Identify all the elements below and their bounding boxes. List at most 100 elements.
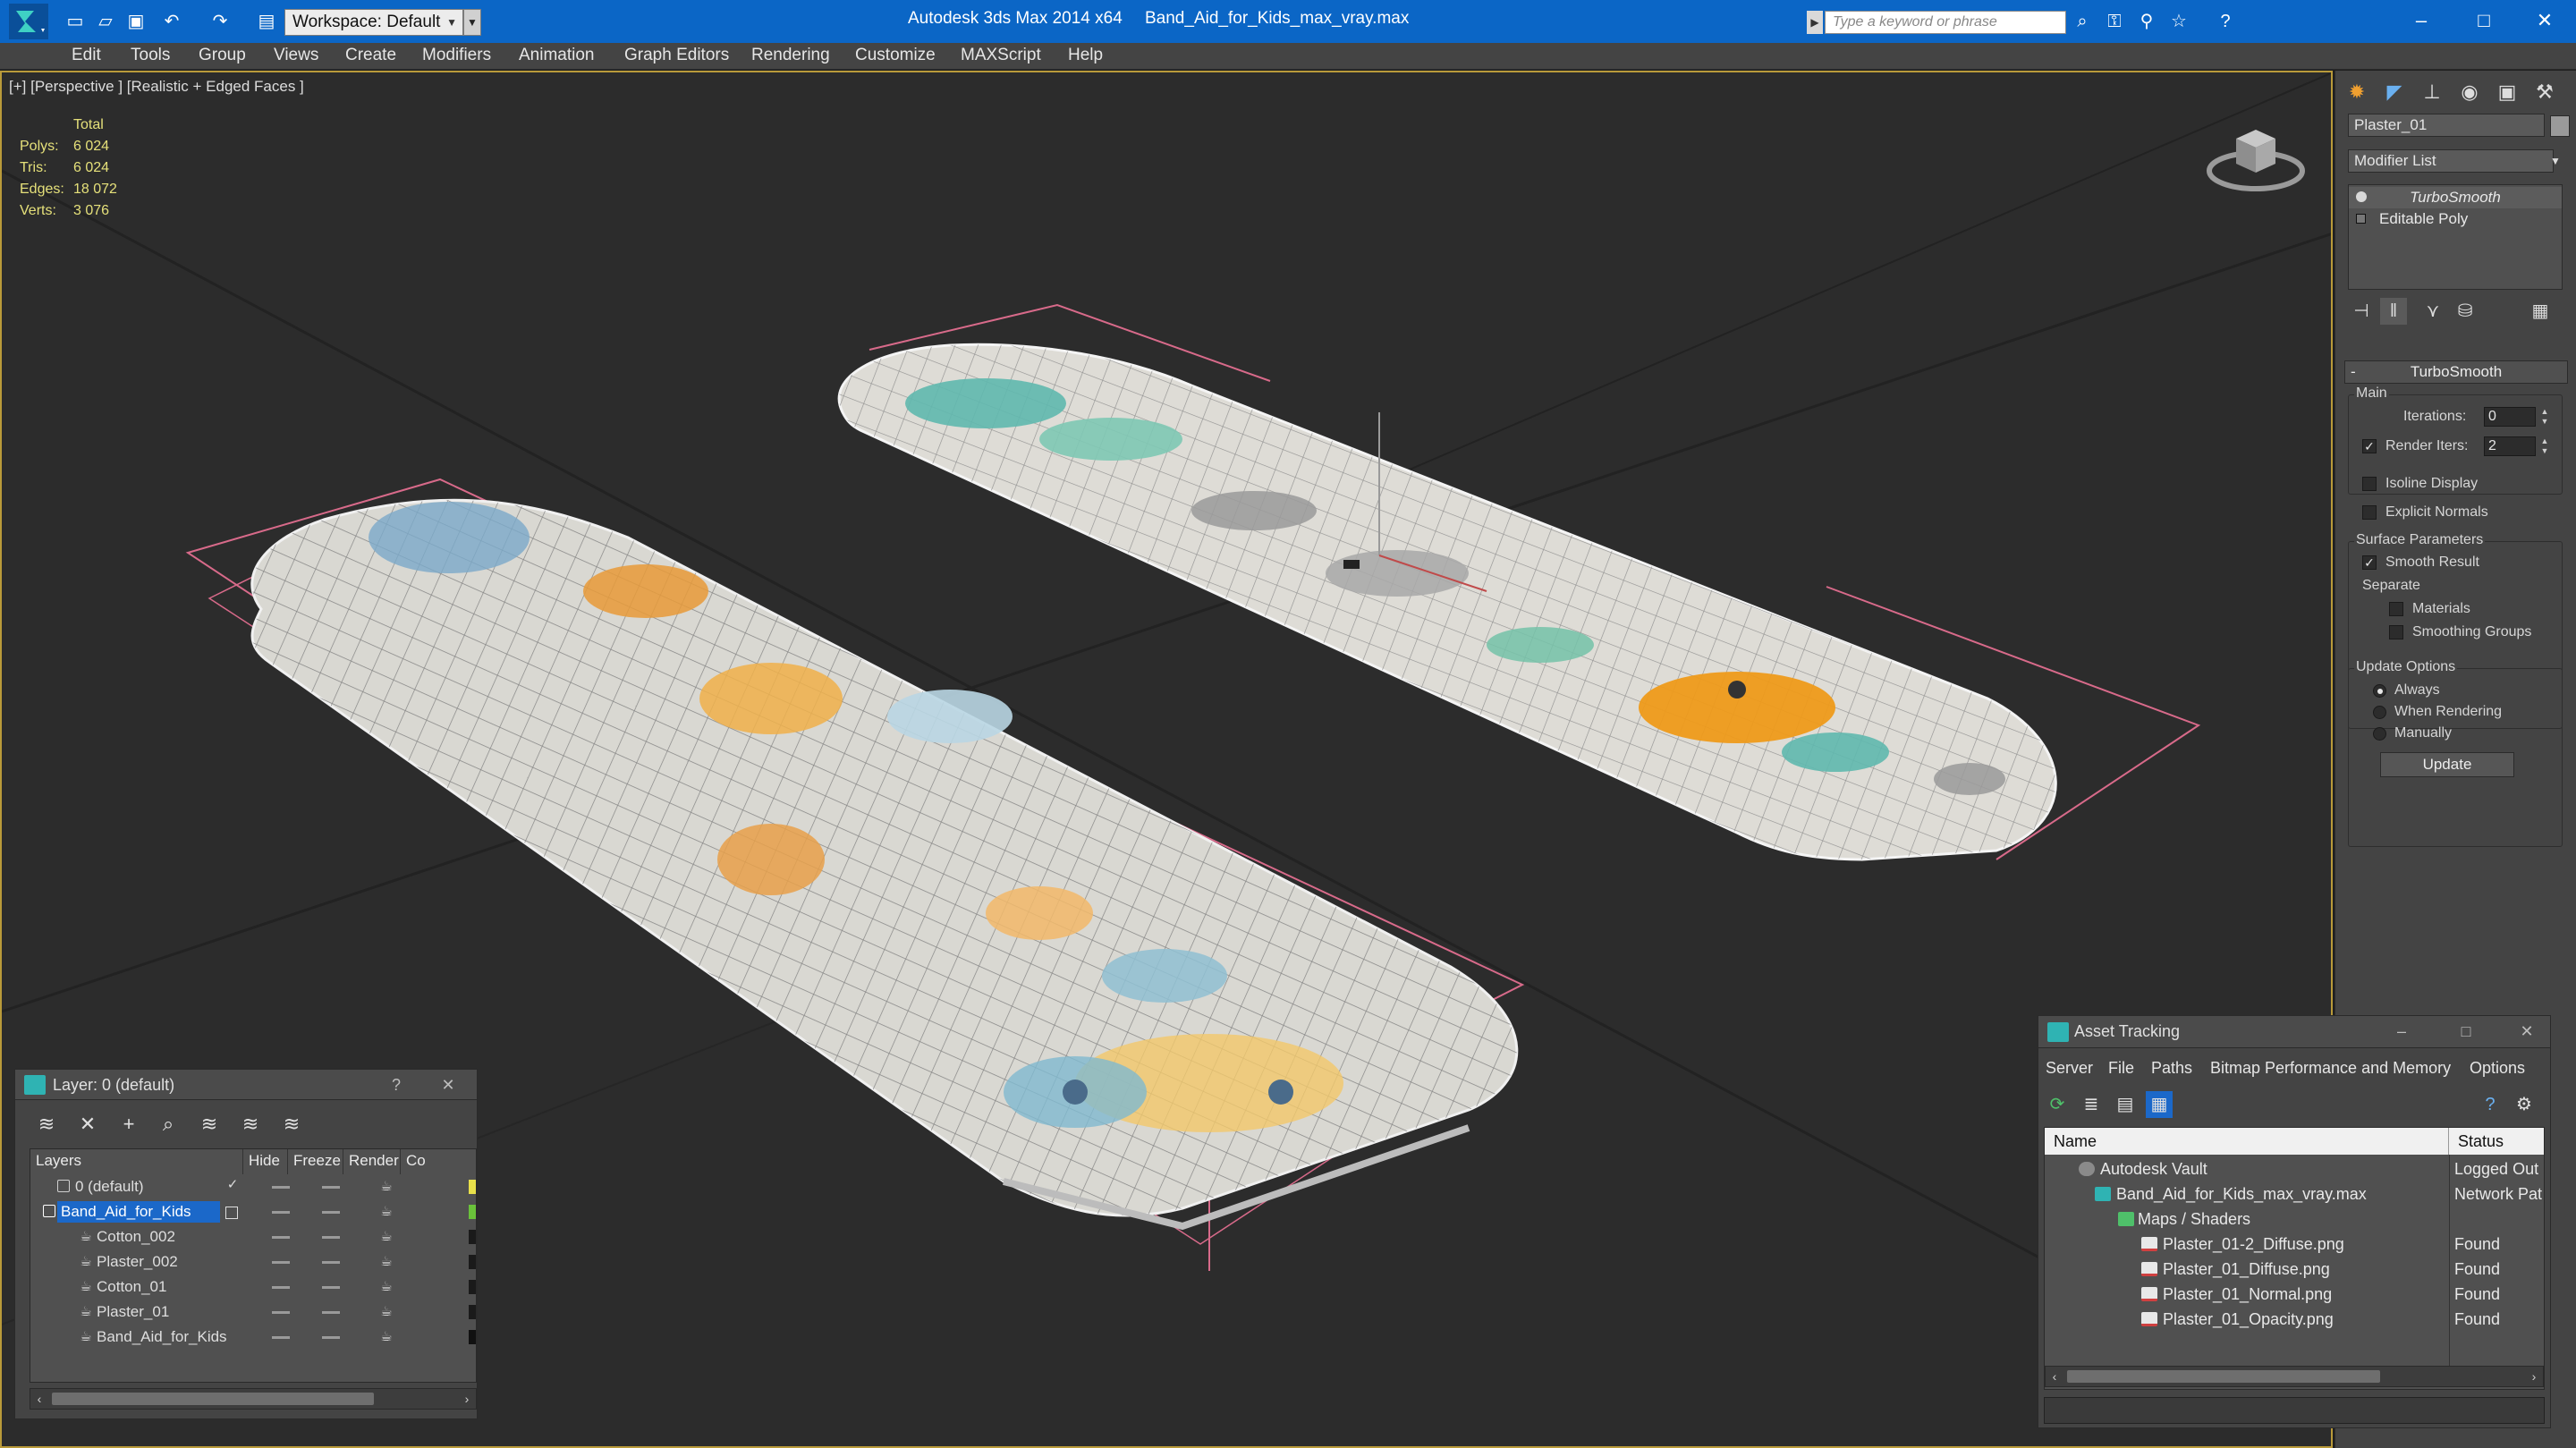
highlight-layer-icon[interactable]: ≋ xyxy=(196,1111,223,1138)
layer-row[interactable]: Band_Aid_for_Kids ☕ xyxy=(30,1199,476,1224)
maximize-icon[interactable]: □ xyxy=(2453,1020,2479,1043)
freeze-toggle[interactable] xyxy=(322,1261,340,1264)
motion-tab-icon[interactable]: ◉ xyxy=(2452,76,2487,108)
modify-tab-icon[interactable]: ◤ xyxy=(2377,76,2412,108)
menu-tools[interactable]: Tools xyxy=(131,46,170,65)
open-file-icon[interactable]: ▱ xyxy=(95,11,116,32)
hide-toggle[interactable] xyxy=(272,1336,290,1339)
smoothing-groups-checkbox[interactable] xyxy=(2389,625,2403,639)
hide-toggle[interactable] xyxy=(272,1186,290,1189)
configure-sets-icon[interactable]: ▦ xyxy=(2527,298,2554,325)
modifier-list-dropdown[interactable]: Modifier List xyxy=(2348,149,2554,173)
spinner-arrows-icon[interactable]: ▲ ▼ xyxy=(2539,407,2550,427)
create-layer-icon[interactable]: ≋ xyxy=(33,1111,60,1138)
render-teapot-icon[interactable]: ☕ xyxy=(377,1328,395,1346)
freeze-toggle[interactable] xyxy=(322,1311,340,1314)
menu-help[interactable]: Help xyxy=(1068,46,1103,65)
layer-explorer-titlebar[interactable]: Layer: 0 (default) ? ✕ xyxy=(15,1070,477,1100)
favorites-star-icon[interactable]: ☆ xyxy=(2168,11,2190,32)
layer-color-swatch[interactable] xyxy=(469,1305,476,1319)
menu-bitmap-performance[interactable]: Bitmap Performance and Memory xyxy=(2210,1059,2451,1078)
menu-file[interactable]: File xyxy=(2108,1059,2134,1078)
pin-stack-icon[interactable]: ⊣ xyxy=(2348,298,2375,325)
freeze-toggle[interactable] xyxy=(322,1211,340,1214)
color-column-header[interactable]: Co xyxy=(401,1149,476,1174)
menu-group[interactable]: Group xyxy=(199,46,246,65)
hide-column-header[interactable]: Hide xyxy=(243,1149,288,1174)
workspace-menu-button[interactable]: ▼ xyxy=(463,9,481,36)
close-button[interactable]: ✕ xyxy=(2521,4,2569,38)
turbosmooth-rollout-title[interactable]: - TurboSmooth xyxy=(2344,360,2568,384)
menu-views[interactable]: Views xyxy=(274,46,318,65)
layer-color-swatch[interactable] xyxy=(469,1230,476,1244)
smooth-result-checkbox[interactable]: ✓ xyxy=(2362,555,2377,570)
menu-create[interactable]: Create xyxy=(345,46,396,65)
asset-row[interactable]: Autodesk Vault Logged Out xyxy=(2045,1156,2544,1181)
minimize-icon[interactable]: – xyxy=(2389,1020,2414,1043)
asset-row[interactable]: Plaster_01_Diffuse.png Found xyxy=(2045,1257,2544,1282)
materials-checkbox[interactable] xyxy=(2389,602,2403,616)
list-view-icon[interactable]: ≣ xyxy=(2078,1091,2105,1118)
hide-toggle[interactable] xyxy=(272,1311,290,1314)
object-color-swatch[interactable] xyxy=(2550,115,2570,137)
menu-paths[interactable]: Paths xyxy=(2151,1059,2192,1078)
object-name-input[interactable]: Plaster_01 xyxy=(2348,114,2545,137)
freeze-toggle[interactable] xyxy=(322,1236,340,1239)
hide-toggle[interactable] xyxy=(272,1236,290,1239)
binoculars-icon[interactable]: ⌕ xyxy=(2072,11,2093,32)
save-file-icon[interactable]: ▣ xyxy=(125,11,147,32)
freeze-toggle[interactable] xyxy=(322,1336,340,1339)
make-unique-icon[interactable]: ⋎ xyxy=(2419,298,2446,325)
render-teapot-icon[interactable]: ☕ xyxy=(377,1203,395,1221)
scrollbar-thumb[interactable] xyxy=(52,1393,374,1405)
search-input[interactable]: Type a keyword or phrase xyxy=(1825,11,2066,34)
help-icon[interactable]: ? xyxy=(384,1073,409,1097)
add-to-layer-icon[interactable]: + xyxy=(115,1111,142,1138)
app-logo-icon[interactable] xyxy=(4,4,54,39)
active-layer-box[interactable] xyxy=(225,1207,238,1219)
scroll-right-icon[interactable]: › xyxy=(458,1389,476,1409)
update-when-rendering-radio[interactable] xyxy=(2373,706,2386,719)
maximize-button[interactable]: □ xyxy=(2460,4,2508,38)
close-icon[interactable]: ✕ xyxy=(436,1073,461,1097)
asset-row[interactable]: Maps / Shaders xyxy=(2045,1207,2544,1232)
iterations-spinner[interactable]: 0 xyxy=(2484,407,2536,427)
minimize-button[interactable]: – xyxy=(2397,4,2445,38)
asset-row[interactable]: Plaster_01_Normal.png Found xyxy=(2045,1282,2544,1307)
create-tab-sun-icon[interactable]: ✹ xyxy=(2339,76,2375,108)
layer-row[interactable]: ☕ Plaster_01 ☕ xyxy=(30,1300,476,1325)
render-teapot-icon[interactable]: ☕ xyxy=(377,1303,395,1321)
scroll-left-icon[interactable]: ‹ xyxy=(2046,1367,2063,1386)
close-icon[interactable]: ✕ xyxy=(2514,1020,2539,1043)
freeze-toggle[interactable] xyxy=(322,1286,340,1289)
settings-icon[interactable]: ⚙ xyxy=(2511,1091,2538,1118)
asset-tracking-titlebar[interactable]: Asset Tracking – □ ✕ xyxy=(2038,1016,2550,1048)
layer-row[interactable]: ☕ Band_Aid_for_Kids ☕ xyxy=(30,1325,476,1350)
layer-row[interactable]: ☕ Cotton_002 ☕ xyxy=(30,1224,476,1249)
stack-item-editable-poly[interactable]: Editable Poly xyxy=(2349,208,2562,230)
freeze-toggle[interactable] xyxy=(322,1186,340,1189)
menu-edit[interactable]: Edit xyxy=(72,46,101,65)
active-layer-check-icon[interactable]: ✓ xyxy=(224,1176,242,1194)
render-column-header[interactable]: Render xyxy=(343,1149,401,1174)
menu-server[interactable]: Server xyxy=(2046,1059,2093,1078)
remove-modifier-icon[interactable]: ⛁ xyxy=(2452,298,2479,325)
help-icon[interactable]: ? xyxy=(2215,11,2236,32)
explicit-normals-checkbox[interactable] xyxy=(2362,505,2377,520)
stack-item-turbosmooth[interactable]: TurboSmooth xyxy=(2349,187,2562,208)
update-manually-radio[interactable] xyxy=(2373,727,2386,741)
hide-toggle[interactable] xyxy=(272,1286,290,1289)
display-tab-icon[interactable]: ▣ xyxy=(2489,76,2525,108)
name-column-header[interactable]: Name xyxy=(2045,1128,2449,1155)
render-teapot-icon[interactable]: ☕ xyxy=(377,1253,395,1271)
layer-row[interactable]: 0 (default) ✓ ☕ xyxy=(30,1174,476,1199)
help-icon[interactable]: ? xyxy=(2477,1091,2504,1118)
table-view-icon[interactable]: ▦ xyxy=(2146,1091,2173,1118)
utilities-tab-icon[interactable]: ⚒ xyxy=(2527,76,2563,108)
update-always-radio[interactable] xyxy=(2373,684,2386,698)
isoline-display-checkbox[interactable] xyxy=(2362,477,2377,491)
update-button[interactable]: Update xyxy=(2380,752,2514,777)
layer-color-swatch[interactable] xyxy=(469,1255,476,1269)
spinner-arrows-icon[interactable]: ▲ ▼ xyxy=(2539,436,2550,456)
hierarchy-tab-icon[interactable]: ⊥ xyxy=(2414,76,2450,108)
